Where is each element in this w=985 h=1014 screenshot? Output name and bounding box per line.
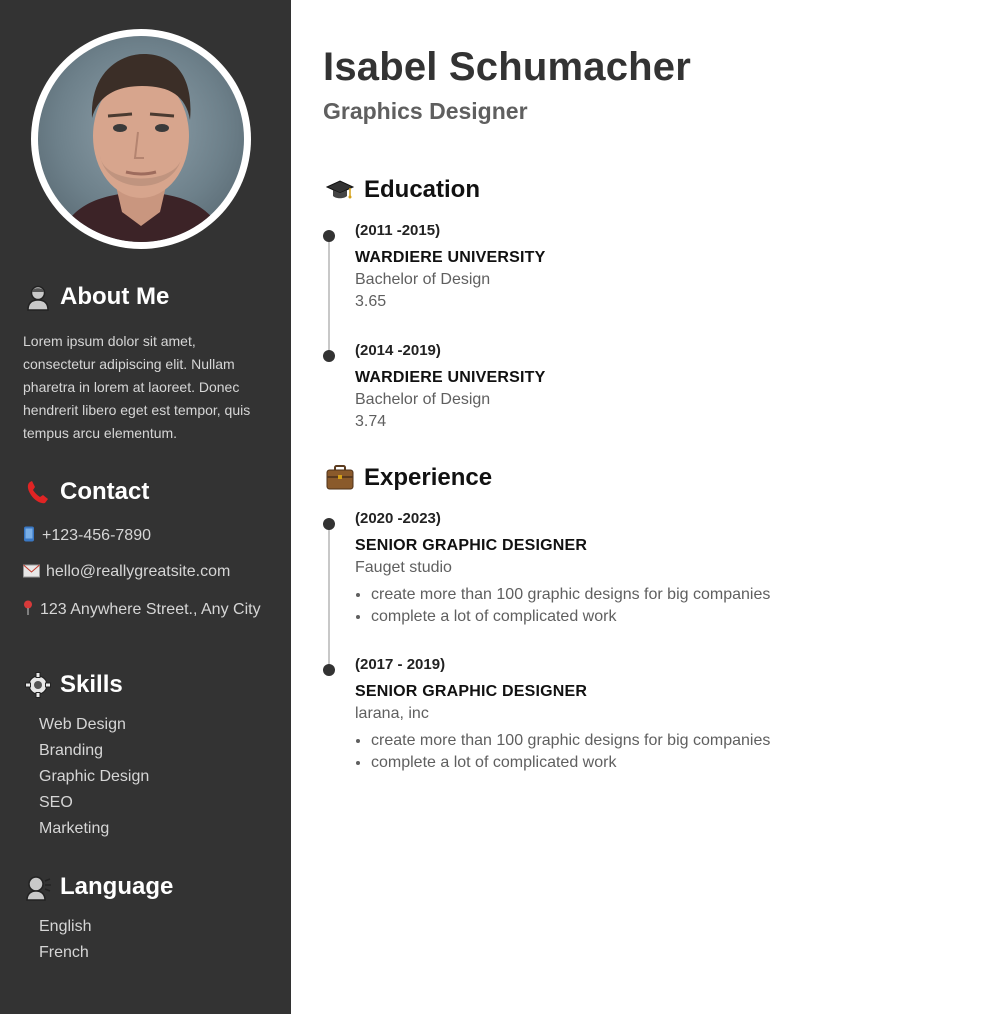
experience-company: Fauget studio xyxy=(355,559,452,576)
contact-address-text: 123 Anywhere Street., Any City xyxy=(40,601,261,618)
pin-icon xyxy=(23,600,35,616)
skill-item: Web Design xyxy=(39,716,126,733)
experience-heading-text: Experience xyxy=(364,464,493,491)
contact-heading-text: Contact xyxy=(60,478,150,505)
language-list: English French xyxy=(39,914,91,966)
education-degree: Bachelor of Design xyxy=(355,391,491,408)
contact-heading: Contact xyxy=(24,478,149,506)
education-period: (2014 -2019) xyxy=(355,342,441,359)
language-item: English xyxy=(39,918,92,935)
briefcase-icon xyxy=(325,463,355,493)
mobile-phone-icon xyxy=(23,526,37,542)
skill-item: Marketing xyxy=(39,820,110,837)
timeline-dot xyxy=(323,664,335,676)
experience-heading: Experience xyxy=(325,463,492,493)
education-heading: Education xyxy=(325,175,480,205)
gear-icon xyxy=(24,671,52,699)
about-heading-text: About Me xyxy=(60,283,170,310)
experience-bullet: complete a lot of complicated work xyxy=(371,752,915,774)
skill-item: Branding xyxy=(39,742,104,759)
education-timeline-line xyxy=(328,236,330,356)
timeline-dot xyxy=(323,518,335,530)
contact-address: 123 Anywhere Street., Any City xyxy=(23,600,268,619)
skills-list: Web Design Branding Graphic Design SEO M… xyxy=(39,712,149,842)
experience-bullets: create more than 100 graphic designs for… xyxy=(355,730,915,774)
language-heading: Language xyxy=(24,873,173,901)
education-degree: Bachelor of Design xyxy=(355,271,491,288)
speaking-head-icon xyxy=(24,873,52,901)
experience-title: SENIOR GRAPHIC DESIGNER xyxy=(355,537,588,554)
experience-entry: (2017 - 2019) SENIOR GRAPHIC DESIGNER la… xyxy=(355,656,915,774)
education-gpa: 3.65 xyxy=(355,293,387,310)
about-text: Lorem ipsum dolor sit amet, consectetur … xyxy=(23,333,251,441)
phone-icon xyxy=(24,478,52,506)
envelope-icon xyxy=(23,564,41,580)
experience-timeline-line xyxy=(328,524,330,670)
skills-heading-text: Skills xyxy=(60,671,123,698)
experience-entry: (2020 -2023) SENIOR GRAPHIC DESIGNER Fau… xyxy=(355,510,915,628)
profile-name: Isabel Schumacher xyxy=(323,45,692,89)
skills-heading: Skills xyxy=(24,671,123,699)
experience-bullets: create more than 100 graphic designs for… xyxy=(355,584,915,628)
skill-item: SEO xyxy=(39,794,73,811)
profile-photo-frame xyxy=(31,29,251,249)
language-heading-text: Language xyxy=(60,873,174,900)
contact-phone-text: +123-456-7890 xyxy=(42,527,151,544)
person-icon xyxy=(24,283,52,311)
education-entry: (2011 -2015) WARDIERE UNIVERSITY Bachelo… xyxy=(355,222,915,314)
main-content: Isabel Schumacher Graphics Designer Educ… xyxy=(323,0,963,1014)
experience-bullet: complete a lot of complicated work xyxy=(371,606,915,628)
experience-period: (2020 -2023) xyxy=(355,510,441,527)
contact-email-text: hello@reallygreatsite.com xyxy=(46,563,231,580)
contact-phone[interactable]: +123-456-7890 xyxy=(23,526,268,545)
experience-period: (2017 - 2019) xyxy=(355,656,446,673)
sidebar: About Me Lorem ipsum dolor sit amet, con… xyxy=(0,0,291,1014)
education-entry: (2014 -2019) WARDIERE UNIVERSITY Bachelo… xyxy=(355,342,915,434)
experience-bullet: create more than 100 graphic designs for… xyxy=(371,730,915,752)
experience-title: SENIOR GRAPHIC DESIGNER xyxy=(355,683,588,700)
education-heading-text: Education xyxy=(364,176,481,203)
language-item: French xyxy=(39,944,89,961)
experience-company: larana, inc xyxy=(355,705,429,722)
graduation-cap-icon xyxy=(325,175,355,205)
education-school: WARDIERE UNIVERSITY xyxy=(355,369,546,386)
timeline-dot xyxy=(323,230,335,242)
timeline-dot xyxy=(323,350,335,362)
profile-photo xyxy=(38,36,244,242)
education-gpa: 3.74 xyxy=(355,413,387,430)
skill-item: Graphic Design xyxy=(39,768,150,785)
experience-bullet: create more than 100 graphic designs for… xyxy=(371,584,915,606)
about-heading: About Me xyxy=(24,283,169,311)
contact-email[interactable]: hello@reallygreatsite.com xyxy=(23,563,268,581)
education-period: (2011 -2015) xyxy=(355,222,441,239)
profile-role: Graphics Designer xyxy=(323,98,528,124)
education-school: WARDIERE UNIVERSITY xyxy=(355,249,546,266)
